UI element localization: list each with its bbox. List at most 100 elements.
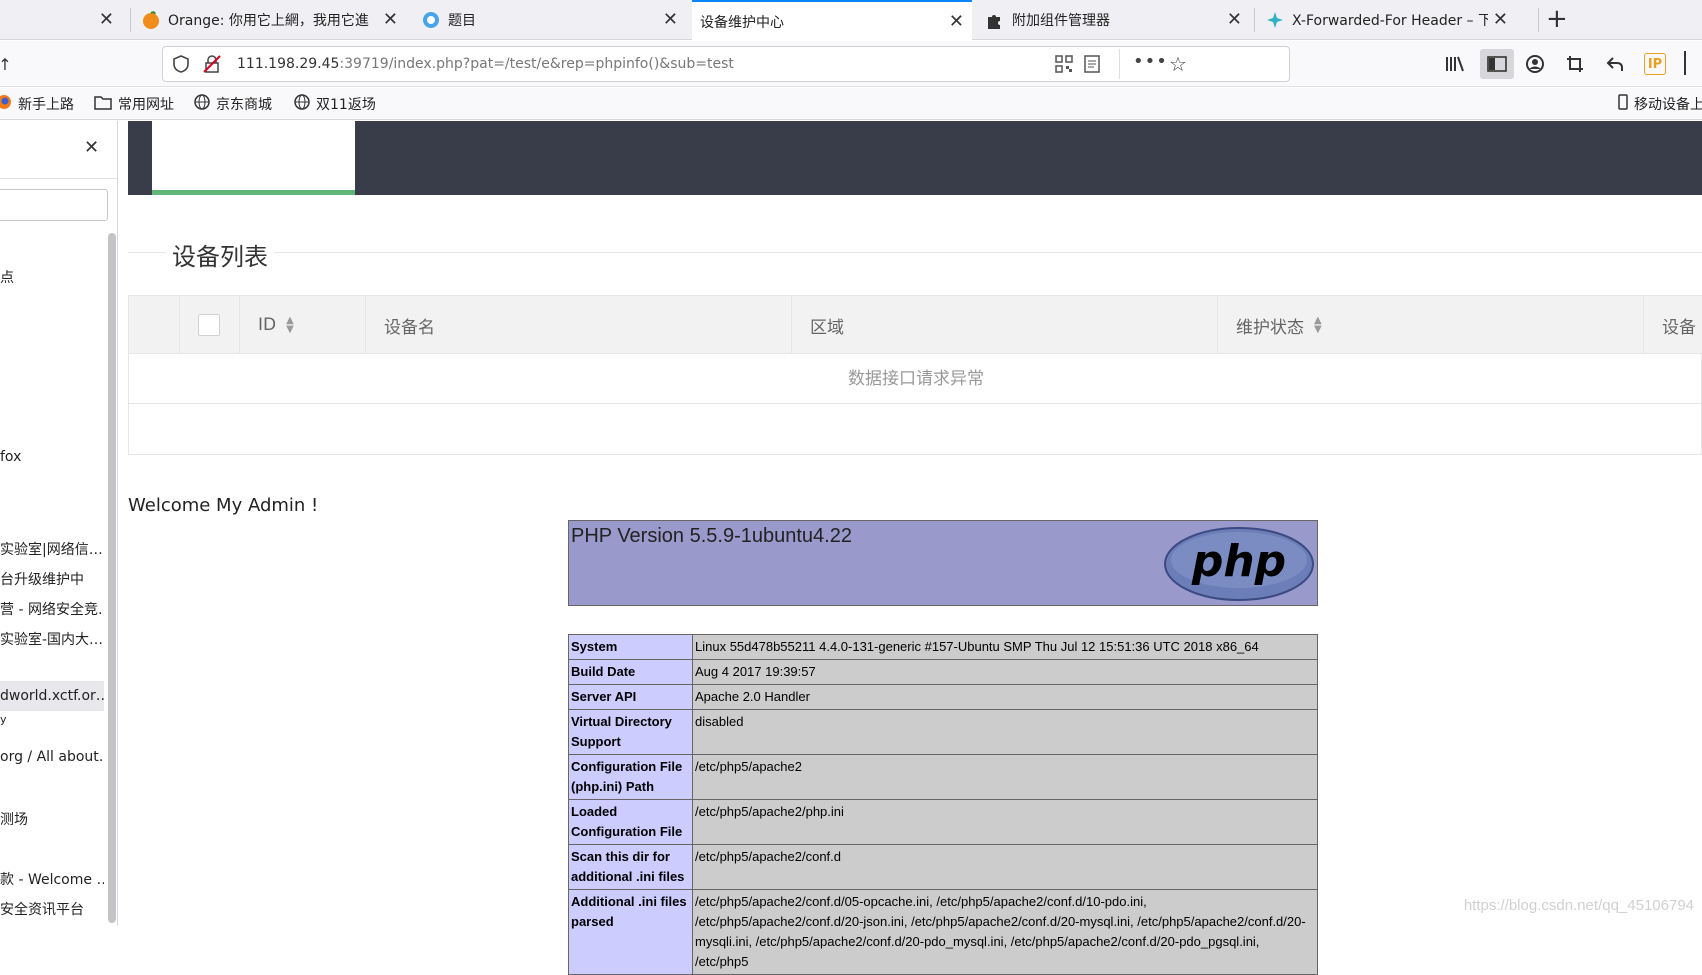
sidebar-toggle-icon[interactable] [1480, 49, 1514, 79]
close-tab-icon[interactable]: ✕ [949, 11, 964, 32]
close-tab-icon[interactable]: ✕ [1493, 9, 1508, 30]
qr-code-icon[interactable] [1055, 55, 1073, 77]
phpinfo-output: PHP Version 5.5.9-1ubuntu4.22 php System… [568, 520, 1318, 975]
tab-divider [1538, 8, 1539, 32]
welcome-text: Welcome My Admin ! [128, 495, 319, 516]
tab-label: 题目 [448, 13, 476, 29]
sidebar-item[interactable]: 营 - 网络安全竞… [0, 599, 104, 619]
device-table: ID ▲ ▼ 设备名 区域 维护状态 ▲ ▼ 设备 数据接口请求异常 [128, 295, 1702, 455]
sidebar-item[interactable]: 测场 [0, 809, 104, 829]
row-key: System [568, 634, 693, 660]
bookmark-label: 常用网址 [118, 97, 174, 113]
sidebar-item[interactable]: fox [0, 449, 104, 465]
close-sidebar-icon[interactable]: ✕ [84, 137, 99, 158]
undo-icon[interactable] [1604, 53, 1626, 75]
column-header-id[interactable]: ID ▲ ▼ [239, 296, 365, 354]
row-key: Configuration File (php.ini) Path [568, 754, 693, 800]
overflow-menu-icon[interactable] [1684, 51, 1686, 75]
sidebar-item[interactable]: 点 [0, 267, 104, 287]
url-bar[interactable]: 111.198.29.45:39719/index.php?pat=/test/… [162, 46, 1290, 82]
more-actions-icon[interactable]: ••• [1133, 51, 1168, 72]
tab-xff-header[interactable]: X-Forwarded-For Header – 下载 ✕ [1258, 0, 1516, 40]
column-header-name: 设备名 [365, 296, 791, 354]
url-path: :39719/index.php?pat=/test/e&rep=phpinfo… [339, 56, 734, 72]
bookmark-item[interactable]: 京东商城 [194, 94, 272, 114]
folder-icon [94, 95, 112, 114]
addon-icon [1266, 11, 1284, 29]
row-key: Server API [568, 684, 693, 710]
row-value: /etc/php5/apache2 [692, 754, 1318, 800]
bookmarks-toolbar: 新手上路 常用网址 京东商城 双11返场 移动设备上 [0, 88, 1702, 120]
bookmark-label: 京东商城 [216, 97, 272, 113]
ip-addon-icon[interactable]: IP [1644, 53, 1666, 75]
column-label: ID [258, 315, 277, 335]
table-row: Configuration File (php.ini) Path/etc/ph… [568, 754, 1318, 800]
sidebar-item[interactable]: 款 - Welcome … [0, 869, 104, 889]
bookmark-item[interactable]: 常用网址 [94, 94, 174, 114]
url-divider [1119, 49, 1120, 79]
close-tab-icon[interactable]: ✕ [663, 9, 678, 30]
tab-divider [130, 8, 131, 32]
tab-label: 设备维护中心 [700, 14, 784, 31]
column-label: 设备 [1662, 317, 1696, 338]
insecure-lock-icon[interactable] [203, 55, 221, 77]
bookmark-item[interactable]: 双11返场 [294, 94, 376, 114]
library-icon[interactable] [1444, 53, 1466, 75]
close-tab-icon[interactable]: ✕ [383, 9, 398, 30]
reader-view-icon[interactable] [1083, 55, 1101, 77]
account-icon[interactable] [1524, 53, 1546, 75]
column-header-device: 设备 [1643, 296, 1702, 354]
watermark-text: https://blog.csdn.net/qq_45106794 [1463, 897, 1694, 914]
globe-icon [422, 11, 440, 29]
row-key: Additional .ini files parsed [568, 889, 693, 975]
column-header-area: 区域 [791, 296, 1217, 354]
tab-divider [1254, 8, 1255, 32]
tab-device-center[interactable]: 设备维护中心 ✕ [692, 0, 972, 41]
sort-icon[interactable]: ▲ ▼ [286, 316, 294, 335]
sidebar-item[interactable]: org / All about… [0, 749, 104, 765]
table-row: System Linux 55d478b55211 4.4.0-131-gener… [568, 634, 1318, 660]
close-tab-icon[interactable]: ✕ [99, 9, 114, 30]
tab-addon-manager[interactable]: 附加组件管理器 ✕ [978, 0, 1250, 40]
tab-bar: ✕ Orange: 你用它上網，我用它進 ✕ 题目 ✕ 设备维护中心 ✕ 附加组… [0, 0, 1702, 41]
tab-label: X-Forwarded-For Header – 下载 [1292, 13, 1488, 29]
fieldset-border [128, 252, 1702, 253]
table-row: Virtual Directory Support disabled [568, 709, 1318, 755]
new-tab-icon[interactable]: + [1546, 4, 1568, 34]
table-empty-message: 数据接口请求异常 [129, 354, 1702, 404]
bookmark-label: 双11返场 [316, 97, 376, 113]
column-header-status[interactable]: 维护状态 ▲ ▼ [1217, 296, 1643, 354]
sidebar-item-selected[interactable]: dworld.xctf.or… [0, 681, 104, 711]
bookmark-mobile[interactable]: 移动设备上 [1618, 94, 1702, 114]
sidebar-search-input[interactable] [0, 189, 108, 221]
sidebar-item[interactable]: 实验室-国内大… [0, 629, 104, 649]
column-label: 区域 [810, 317, 844, 338]
select-all-checkbox[interactable] [198, 314, 220, 336]
home-icon[interactable]: ↑ [0, 53, 16, 75]
tab-label: 附加组件管理器 [1012, 13, 1110, 29]
close-tab-icon[interactable]: ✕ [1227, 9, 1242, 30]
tab-label: Orange: 你用它上網，我用它進 [168, 13, 369, 29]
tab-blank[interactable]: ✕ [0, 0, 122, 40]
sidebar-item[interactable]: 台升级维护中 [0, 569, 104, 589]
sidebar-item[interactable]: 实验室|网络信… [0, 539, 104, 559]
sidebar-item[interactable]: 安全资讯平台 [0, 899, 104, 919]
url-text[interactable]: 111.198.29.45:39719/index.php?pat=/test/… [237, 56, 734, 72]
firefox-icon [0, 94, 12, 114]
bookmark-item[interactable]: 新手上路 [0, 94, 74, 114]
row-key: Build Date [568, 659, 693, 685]
tab-orange[interactable]: Orange: 你用它上網，我用它進 ✕ [134, 0, 406, 40]
phpinfo-table: System Linux 55d478b55211 4.4.0-131-gener… [568, 634, 1318, 975]
sidebar-scrollbar[interactable] [108, 233, 116, 923]
sidebar-item[interactable]: y [0, 713, 104, 726]
table-row: Server API Apache 2.0 Handler [568, 684, 1318, 710]
globe-icon [294, 94, 310, 114]
page-title: 设备列表 [166, 237, 274, 272]
bookmark-star-icon[interactable]: ☆ [1169, 52, 1187, 76]
shield-icon[interactable] [173, 55, 189, 77]
table-row: Scan this dir for additional .ini files /… [568, 844, 1318, 890]
nav-tab-active[interactable] [152, 121, 355, 195]
screenshot-crop-icon[interactable] [1564, 53, 1586, 75]
sort-icon[interactable]: ▲ ▼ [1314, 316, 1322, 335]
tab-problem[interactable]: 题目 ✕ [414, 0, 686, 40]
